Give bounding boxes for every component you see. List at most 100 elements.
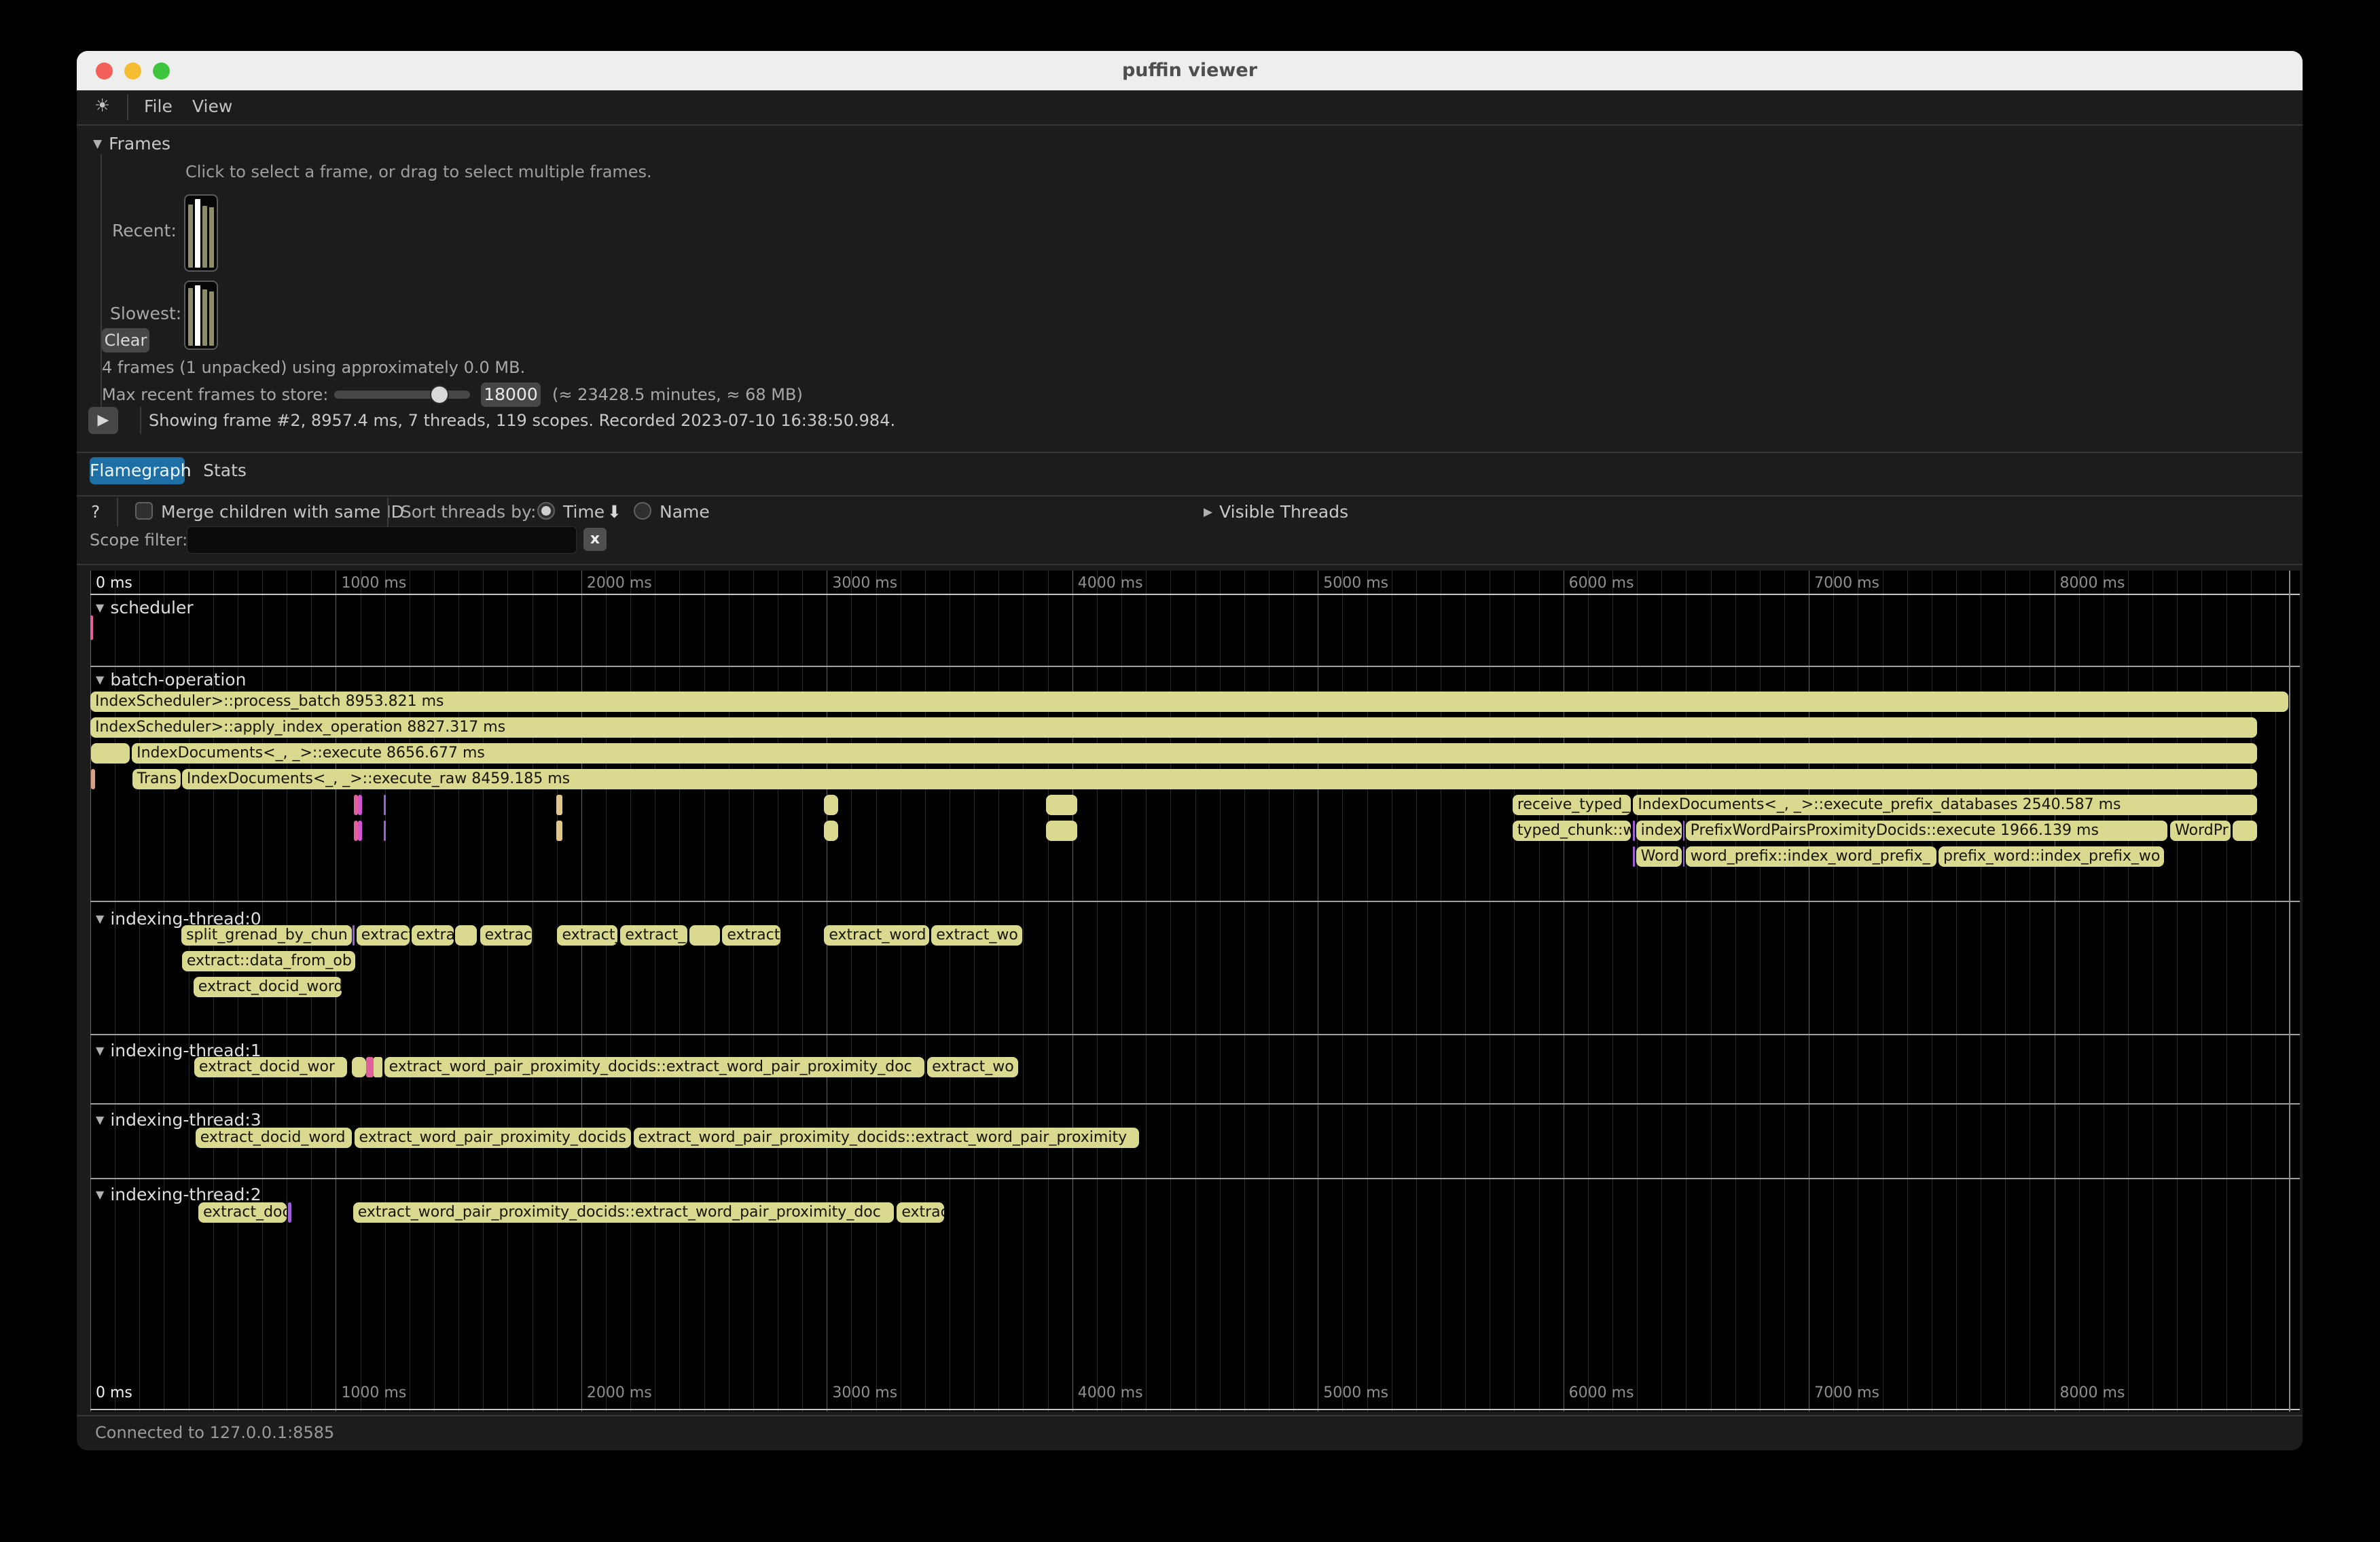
scope-bar[interactable]	[353, 925, 355, 946]
scope-bar[interactable]: receive_typed_	[1513, 795, 1631, 815]
scope-bar[interactable]: word_prefix::index_word_prefix_	[1686, 846, 1936, 867]
scope-bar[interactable]: typed_chunk::w	[1513, 821, 1631, 841]
scope-bar[interactable]: Word	[1636, 846, 1682, 867]
scope-label: extract_word_pair_proximity_docids::extr…	[634, 1128, 1140, 1148]
scope-bar[interactable]	[1633, 846, 1635, 867]
thread-header-batch-operation[interactable]: ▼batch-operation	[96, 670, 246, 689]
scope-bar[interactable]	[358, 795, 362, 815]
scope-bar[interactable]: extract	[357, 925, 410, 946]
scope-bar[interactable]	[1633, 821, 1635, 841]
scope-bar[interactable]: IndexScheduler>::process_batch 8953.821 …	[90, 692, 2288, 712]
scope-bar[interactable]	[374, 1057, 382, 1077]
play-button[interactable]: ▶	[88, 407, 118, 434]
scope-bar[interactable]	[1683, 846, 1685, 867]
tab-stats[interactable]: Stats	[201, 457, 249, 484]
scope-bar[interactable]: split_grenad_by_chun	[181, 925, 351, 946]
scope-bar[interactable]: extract_wo	[927, 1057, 1018, 1077]
scope-bar[interactable]: IndexDocuments<_, _>::execute 8656.677 m…	[132, 743, 2257, 764]
scope-bar[interactable]	[689, 925, 720, 946]
scope-bar[interactable]	[556, 795, 563, 815]
scope-bar[interactable]	[1046, 795, 1077, 815]
visible-threads-header[interactable]: ▶Visible Threads	[1204, 502, 1348, 522]
scope-bar[interactable]: index	[1636, 821, 1682, 841]
scope-label: index	[1636, 821, 1682, 841]
scope-bar[interactable]	[90, 615, 93, 640]
axis-line	[90, 594, 2300, 595]
scope-bar[interactable]: extract_wo	[931, 925, 1022, 946]
sort-name-radio[interactable]	[634, 502, 651, 520]
scope-bar[interactable]: PrefixWordPairsProximityDocids::execute …	[1686, 821, 2167, 841]
flamegraph-canvas[interactable]: 0 ms0 ms1000 ms1000 ms2000 ms2000 ms3000…	[90, 571, 2300, 1412]
scope-bar[interactable]	[288, 1202, 291, 1223]
scope-bar[interactable]	[91, 743, 130, 764]
theme-toggle-icon[interactable]: ☀	[94, 96, 110, 116]
thread-name: indexing-thread:2	[110, 1185, 261, 1204]
frame-thumb-slowest[interactable]	[184, 281, 218, 350]
scope-bar[interactable]	[366, 1057, 374, 1077]
sort-time-radio[interactable]	[537, 502, 555, 520]
frames-section-header[interactable]: ▼Frames	[93, 134, 170, 154]
scope-bar[interactable]: extract_word_pair_proximity_docids::extr…	[634, 1128, 1140, 1148]
thumb-bar	[209, 291, 214, 346]
thread-header-indexing-thread:2[interactable]: ▼indexing-thread:2	[96, 1185, 262, 1204]
scope-bar[interactable]: extract_docid_word	[194, 977, 342, 997]
scope-bar[interactable]	[556, 821, 563, 841]
scope-bar[interactable]: IndexDocuments<_, _>::execute_raw 8459.1…	[182, 769, 2257, 789]
scope-bar[interactable]	[824, 795, 838, 815]
menu-file[interactable]: File	[144, 96, 173, 116]
scope-bar[interactable]: Trans	[132, 769, 181, 789]
scope-bar[interactable]: IndexScheduler>::apply_index_operation 8…	[90, 717, 2257, 738]
scope-label: PrefixWordPairsProximityDocids::execute …	[1686, 821, 2167, 841]
scope-bar[interactable]: extract_doc	[198, 1202, 287, 1223]
scope-bar[interactable]: IndexDocuments<_, _>::execute_prefix_dat…	[1633, 795, 2256, 815]
tab-flamegraph[interactable]: Flamegraph	[90, 457, 185, 484]
scope-bar[interactable]: extract_word_pair_proximity_docids::extr…	[384, 1057, 925, 1077]
scope-bar[interactable]: extract_word_pair_proximity_docids	[355, 1128, 631, 1148]
scope-filter-input[interactable]	[187, 526, 577, 554]
scope-bar[interactable]	[354, 821, 358, 841]
help-button[interactable]: ?	[91, 502, 100, 522]
scope-bar[interactable]	[384, 795, 386, 815]
scope-bar[interactable]: extrac	[480, 925, 532, 946]
scope-bar[interactable]	[824, 821, 838, 841]
scope-label: IndexDocuments<_, _>::execute 8656.677 m…	[132, 743, 2257, 764]
scope-bar[interactable]	[2233, 821, 2257, 841]
scope-bar[interactable]: extract::data_from_ob	[182, 951, 355, 971]
merge-children-checkbox[interactable]	[135, 502, 153, 520]
scope-bar[interactable]	[358, 821, 362, 841]
thread-header-scheduler[interactable]: ▼scheduler	[96, 598, 194, 617]
scope-bar[interactable]	[1683, 821, 1685, 841]
scope-filter-label: Scope filter:	[90, 531, 187, 550]
scope-bar[interactable]	[352, 1057, 366, 1077]
scope-bar[interactable]	[1046, 821, 1077, 841]
scope-bar[interactable]: prefix_word::index_prefix_wo	[1939, 846, 2164, 867]
scope-bar[interactable]: extract_word_pair_proximity_docids::extr…	[353, 1202, 895, 1223]
scope-bar[interactable]: extract_	[557, 925, 617, 946]
section-separator	[90, 901, 2300, 902]
max-frames-slider[interactable]	[334, 391, 470, 399]
scope-bar[interactable]	[354, 795, 358, 815]
scope-bar[interactable]: extra	[412, 925, 454, 946]
thread-header-indexing-thread:3[interactable]: ▼indexing-thread:3	[96, 1110, 262, 1129]
max-frames-value[interactable]: 18000	[481, 382, 541, 407]
scope-bar[interactable]: extract_docid_word	[196, 1128, 352, 1148]
clear-filter-button[interactable]: x	[583, 528, 607, 551]
frames-summary: 4 frames (1 unpacked) using approximatel…	[102, 358, 525, 377]
sort-direction-arrow-icon[interactable]: ⬇	[607, 502, 621, 522]
scope-bar[interactable]: WordPr	[2170, 821, 2231, 841]
scope-label: extrac	[480, 925, 532, 946]
scope-bar[interactable]	[91, 769, 95, 789]
scope-bar[interactable]: extract_word	[824, 925, 929, 946]
scope-bar[interactable]: extract	[722, 925, 780, 946]
scope-bar[interactable]: extrac	[897, 1202, 944, 1223]
max-frames-slider-handle[interactable]	[430, 385, 449, 404]
scope-label: extract_word_pair_proximity_docids::extr…	[384, 1057, 925, 1077]
scope-bar[interactable]: extract_docid_wor	[194, 1057, 347, 1077]
scope-bar[interactable]	[384, 821, 386, 841]
menu-view[interactable]: View	[192, 96, 232, 116]
frame-thumb-recent[interactable]	[184, 194, 218, 272]
collapse-open-icon: ▼	[96, 912, 104, 925]
scope-bar[interactable]: extract_	[620, 925, 687, 946]
scope-bar[interactable]	[455, 925, 477, 946]
clear-button[interactable]: Clear	[102, 328, 149, 353]
